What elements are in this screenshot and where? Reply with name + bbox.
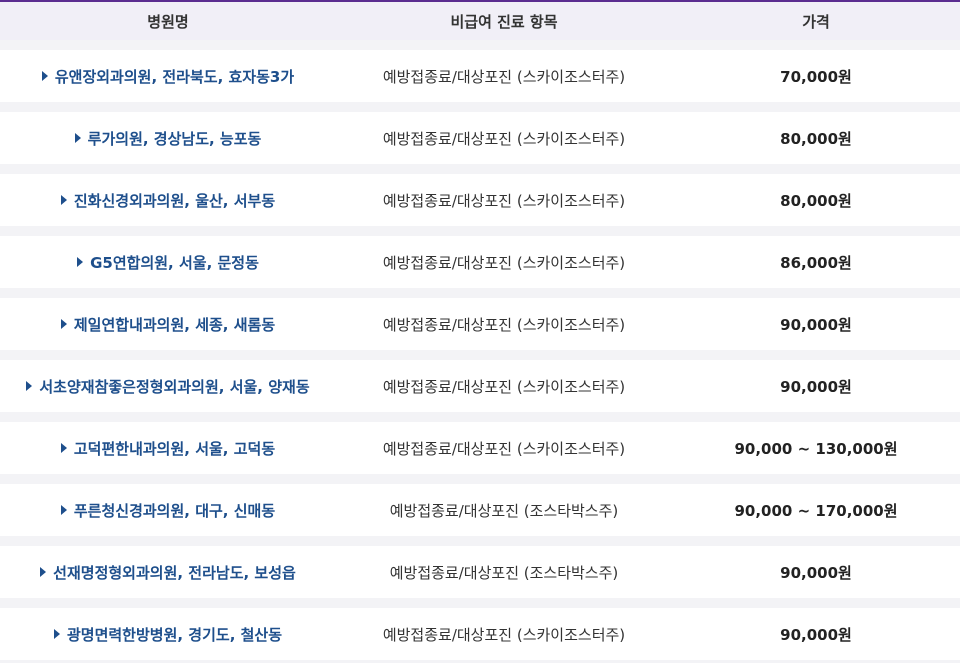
price-table: 병원명 비급여 진료 항목 가격 유앤장외과의원, 전라북도, 효자동3가 예방…: [0, 0, 960, 663]
table-row: 푸른청신경과의원, 대구, 신매동 예방접종료/대상포진 (조스타박스주) 90…: [0, 484, 960, 536]
treatment-item: 예방접종료/대상포진 (스카이조스터주): [382, 439, 626, 458]
price-value: 86,000원: [780, 253, 852, 272]
hospital-link[interactable]: 유앤장외과의원, 전라북도, 효자동3가: [0, 66, 336, 87]
price-value: 90,000원: [780, 315, 852, 334]
table-row: 광명면력한방병원, 경기도, 철산동 예방접종료/대상포진 (스카이조스터주) …: [0, 608, 960, 660]
caret-right-icon: [60, 505, 67, 515]
header-item: 비급여 진료 항목: [450, 12, 558, 31]
table-row: 유앤장외과의원, 전라북도, 효자동3가 예방접종료/대상포진 (스카이조스터주…: [0, 50, 960, 102]
caret-right-icon: [41, 71, 48, 81]
price-value: 90,000 ~ 170,000원: [734, 501, 898, 520]
treatment-item: 예방접종료/대상포진 (스카이조스터주): [382, 253, 626, 272]
price-value: 80,000원: [780, 129, 852, 148]
treatment-item: 예방접종료/대상포진 (스카이조스터주): [382, 67, 626, 86]
price-value: 90,000원: [780, 377, 852, 396]
treatment-item: 예방접종료/대상포진 (스카이조스터주): [382, 315, 626, 334]
treatment-item: 예방접종료/대상포진 (조스타박스주): [389, 501, 619, 520]
treatment-item: 예방접종료/대상포진 (스카이조스터주): [382, 129, 626, 148]
caret-right-icon: [26, 381, 33, 391]
table-row: 선재명정형외과의원, 전라남도, 보성읍 예방접종료/대상포진 (조스타박스주)…: [0, 546, 960, 598]
caret-right-icon: [60, 319, 67, 329]
caret-right-icon: [60, 195, 67, 205]
hospital-link[interactable]: 루가의원, 경상남도, 능포동: [0, 128, 336, 149]
table-row: 서초양재참좋은정형외과의원, 서울, 양재동 예방접종료/대상포진 (스카이조스…: [0, 360, 960, 412]
price-value: 90,000 ~ 130,000원: [734, 439, 898, 458]
caret-right-icon: [60, 443, 67, 453]
header-hospital: 병원명: [147, 12, 189, 31]
treatment-item: 예방접종료/대상포진 (스카이조스터주): [382, 191, 626, 210]
hospital-link[interactable]: 서초양재참좋은정형외과의원, 서울, 양재동: [0, 376, 336, 397]
price-value: 90,000원: [780, 563, 852, 582]
hospital-link[interactable]: G5연합의원, 서울, 문정동: [0, 252, 336, 273]
caret-right-icon: [40, 567, 47, 577]
table-row: 고덕편한내과의원, 서울, 고덕동 예방접종료/대상포진 (스카이조스터주) 9…: [0, 422, 960, 474]
header-price: 가격: [802, 12, 830, 31]
table-row: 루가의원, 경상남도, 능포동 예방접종료/대상포진 (스카이조스터주) 80,…: [0, 112, 960, 164]
hospital-link[interactable]: 선재명정형외과의원, 전라남도, 보성읍: [0, 562, 336, 583]
hospital-link[interactable]: 푸른청신경과의원, 대구, 신매동: [0, 500, 336, 521]
treatment-item: 예방접종료/대상포진 (스카이조스터주): [382, 377, 626, 396]
price-value: 70,000원: [780, 67, 852, 86]
table-row: G5연합의원, 서울, 문정동 예방접종료/대상포진 (스카이조스터주) 86,…: [0, 236, 960, 288]
treatment-item: 예방접종료/대상포진 (조스타박스주): [389, 563, 619, 582]
price-value: 80,000원: [780, 191, 852, 210]
hospital-link[interactable]: 고덕편한내과의원, 서울, 고덕동: [0, 438, 336, 459]
table-header: 병원명 비급여 진료 항목 가격: [0, 0, 960, 40]
caret-right-icon: [74, 133, 81, 143]
caret-right-icon: [77, 257, 84, 267]
hospital-link[interactable]: 진화신경외과의원, 울산, 서부동: [0, 190, 336, 211]
caret-right-icon: [53, 629, 60, 639]
hospital-link[interactable]: 광명면력한방병원, 경기도, 철산동: [0, 624, 336, 645]
table-row: 진화신경외과의원, 울산, 서부동 예방접종료/대상포진 (스카이조스터주) 8…: [0, 174, 960, 226]
table-row: 제일연합내과의원, 세종, 새롬동 예방접종료/대상포진 (스카이조스터주) 9…: [0, 298, 960, 350]
treatment-item: 예방접종료/대상포진 (스카이조스터주): [382, 625, 626, 644]
price-value: 90,000원: [780, 625, 852, 644]
hospital-link[interactable]: 제일연합내과의원, 세종, 새롬동: [0, 314, 336, 335]
